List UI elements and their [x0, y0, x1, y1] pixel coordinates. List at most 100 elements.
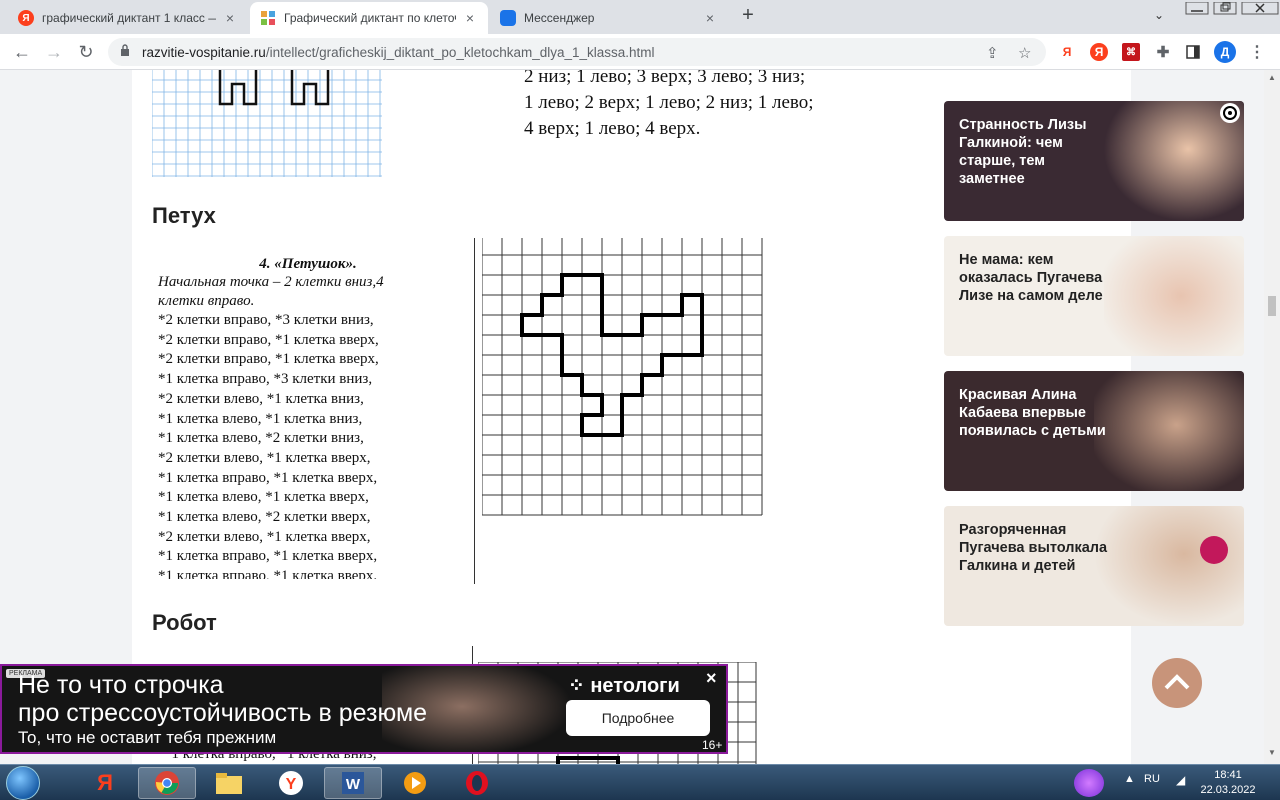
- tab-bar: Я графический диктант 1 класс — Я × Граф…: [0, 0, 1280, 34]
- puzzle-favicon-icon: [260, 10, 276, 26]
- tab-title: Графический диктант по клеточ: [284, 11, 456, 25]
- news-card[interactable]: Странность Лизы Галкиной: чем старше, те…: [944, 101, 1244, 221]
- yandex-browser-taskbar-icon[interactable]: Я: [76, 767, 134, 799]
- tray-arrow-icon[interactable]: ▲: [1124, 773, 1135, 785]
- word-taskbar-icon[interactable]: W: [324, 767, 382, 799]
- close-tab-icon[interactable]: ×: [222, 10, 238, 26]
- news-card[interactable]: Разгоряченная Пугачева вытолкала Галкина…: [944, 506, 1244, 626]
- new-tab-button[interactable]: +: [738, 5, 758, 26]
- step-line: *2 клетки влево, *1 клетка вверх,: [158, 449, 371, 466]
- yandex-extension-icon[interactable]: Я: [1058, 43, 1076, 61]
- address-bar[interactable]: razvitie-vospitanie.ru/intellect/grafich…: [108, 38, 1046, 66]
- step-line: *1 клетка влево, *1 клетка вверх,: [158, 489, 369, 506]
- file-explorer-taskbar-icon[interactable]: [200, 767, 258, 799]
- scroll-to-top-button[interactable]: [1152, 658, 1202, 708]
- bookmark-star-icon[interactable]: ☆: [1018, 44, 1031, 62]
- svg-text:Y: Y: [286, 776, 297, 793]
- ad-banner[interactable]: РЕКЛАМА Не то что строчка про стрессоуст…: [0, 664, 728, 754]
- news-headline: Разгоряченная Пугачева вытолкала Галкина…: [959, 522, 1108, 574]
- brand-dots-icon: ⁘: [568, 675, 591, 697]
- browser-toolbar: ← → ↻ razvitie-vospitanie.ru/intellect/g…: [0, 34, 1280, 70]
- step-line: *1 клетка вправо, *1 клетка вверх.: [158, 568, 378, 580]
- page-scrollbar[interactable]: ▲ ▼: [1264, 70, 1280, 764]
- scroll-down-arrow-icon[interactable]: ▼: [1268, 748, 1276, 757]
- svg-text:W: W: [346, 776, 361, 793]
- previous-instructions: 2 низ; 1 лево; 3 верх; 3 лево; 3 низ; 1 …: [524, 70, 814, 142]
- start-point-line: клетки вправо.: [158, 293, 255, 309]
- step-line: *1 клетка вправо, *1 клетка вверх,: [158, 548, 378, 565]
- tab-search-chevron-icon[interactable]: ⌄: [1154, 8, 1164, 22]
- pdf-icon[interactable]: ⌘: [1122, 43, 1140, 61]
- step-line: *2 клетки вправо, *3 клетки вниз,: [158, 312, 374, 328]
- previous-dictation-grid: [152, 70, 382, 177]
- network-icon[interactable]: ◢: [1176, 773, 1185, 787]
- news-card[interactable]: Не мама: кем оказалась Пугачева Лизе на …: [944, 236, 1244, 356]
- lock-icon: [121, 44, 129, 56]
- ad-headline: Не то что строчка про стрессоустойчивост…: [18, 671, 427, 727]
- close-tab-icon[interactable]: ×: [702, 10, 718, 26]
- profile-avatar[interactable]: Д: [1214, 41, 1236, 63]
- language-indicator[interactable]: RU: [1144, 773, 1160, 785]
- windows-taskbar: Я Y W ▲ RU ◢ 18:41 22.03.2022: [0, 764, 1280, 800]
- rooster-instructions: 4. «Петушок». Начальная точка – 2 клетки…: [158, 256, 458, 579]
- step-line: *1 клетка влево, *2 клетки вверх,: [158, 509, 371, 526]
- step-line: *1 клетка влево, *2 клетки вниз,: [158, 430, 364, 447]
- clock-date: 22.03.2022: [1200, 784, 1256, 796]
- opera-taskbar-icon[interactable]: [448, 767, 506, 799]
- news-headline: Красивая Алина Кабаева впервые появилась…: [959, 387, 1106, 439]
- ad-cta-button[interactable]: Подробнее: [566, 700, 710, 736]
- section-heading-rooster: Петух: [152, 203, 216, 228]
- back-icon[interactable]: ←: [10, 40, 34, 64]
- tab-messenger[interactable]: Мессенджер ×: [490, 2, 728, 34]
- chrome-taskbar-icon[interactable]: [138, 767, 196, 799]
- ad-headline-line: Не то что строчка: [18, 671, 224, 699]
- step-line: *2 клетки влево, *1 клетка вниз,: [158, 390, 364, 407]
- tab-title: Мессенджер: [524, 11, 595, 25]
- news-headline: Не мама: кем оказалась Пугачева Лизе на …: [959, 252, 1103, 304]
- step-line: *2 клетки вправо, *1 клетка вверх,: [158, 351, 379, 368]
- step-line: *1 клетка вправо, *3 клетки вниз,: [158, 371, 373, 388]
- yandex-logo-icon[interactable]: Я: [1090, 43, 1108, 61]
- forward-icon[interactable]: →: [42, 40, 66, 64]
- start-button[interactable]: [6, 766, 40, 800]
- tab-title: графический диктант 1 класс — Я: [42, 11, 216, 25]
- start-point-line: Начальная точка – 2 клетки вниз,4: [158, 274, 384, 290]
- scroll-up-arrow-icon[interactable]: ▲: [1268, 73, 1276, 82]
- tab-active-article[interactable]: Графический диктант по клеточ ×: [250, 2, 488, 34]
- side-panel-icon[interactable]: [1184, 43, 1202, 61]
- ad-subline: То, что не оставит тебя прежним: [18, 728, 277, 747]
- tab-yandex-search[interactable]: Я графический диктант 1 класс — Я ×: [8, 2, 248, 34]
- clock-time: 18:41: [1214, 769, 1242, 781]
- ad-brand: ⁘ нетологи: [568, 673, 680, 698]
- zen-logo-icon: [1220, 103, 1240, 123]
- window-controls: [1184, 1, 1280, 16]
- step-line: *1 клетка вправо, *1 клетка вверх,: [158, 469, 378, 486]
- extensions-puzzle-icon[interactable]: ✚: [1154, 43, 1172, 61]
- system-clock[interactable]: 18:41 22.03.2022: [1196, 768, 1260, 798]
- yandex-taskbar-icon[interactable]: Y: [262, 767, 320, 799]
- share-icon[interactable]: ⇪: [986, 44, 999, 62]
- step-line: *2 клетки вправо, *1 клетка вверх,: [158, 331, 379, 348]
- scrollbar-thumb[interactable]: [1268, 296, 1276, 316]
- messenger-favicon-icon: [500, 10, 516, 26]
- alice-assistant-icon[interactable]: [1074, 769, 1104, 797]
- yandex-favicon-icon: Я: [18, 10, 34, 26]
- step-line: *2 клетки влево, *1 клетка вверх,: [158, 528, 371, 545]
- reload-icon[interactable]: ↻: [74, 40, 98, 64]
- rooster-title: 4. «Петушок».: [259, 256, 357, 272]
- instruction-line: 1 лево; 2 верх; 1 лево; 2 низ; 1 лево;: [524, 92, 814, 113]
- menu-kebab-icon[interactable]: ⋮: [1248, 43, 1266, 61]
- close-tab-icon[interactable]: ×: [462, 10, 478, 26]
- section-heading-robot: Робот: [152, 610, 217, 635]
- instruction-line: 2 низ; 1 лево; 3 верх; 3 лево; 3 низ;: [524, 70, 806, 87]
- ad-headline-line: про стрессоустойчивость в резюме: [18, 699, 428, 727]
- ad-close-icon[interactable]: ×: [706, 668, 717, 689]
- page-background: 2 низ; 1 лево; 3 верх; 3 лево; 3 низ; 1 …: [0, 70, 1280, 764]
- rooster-grid: [482, 238, 764, 518]
- news-headline: Странность Лизы Галкиной: чем старше, те…: [959, 117, 1087, 187]
- article-content: 2 низ; 1 лево; 3 верх; 3 лево; 3 низ; 1 …: [132, 70, 1244, 764]
- news-card[interactable]: Красивая Алина Кабаева впервые появилась…: [944, 371, 1244, 491]
- instruction-line: 4 верх; 1 лево; 4 верх.: [524, 118, 701, 139]
- step-line: *1 клетка влево, *1 клетка вниз,: [158, 410, 363, 427]
- media-player-taskbar-icon[interactable]: [386, 767, 444, 799]
